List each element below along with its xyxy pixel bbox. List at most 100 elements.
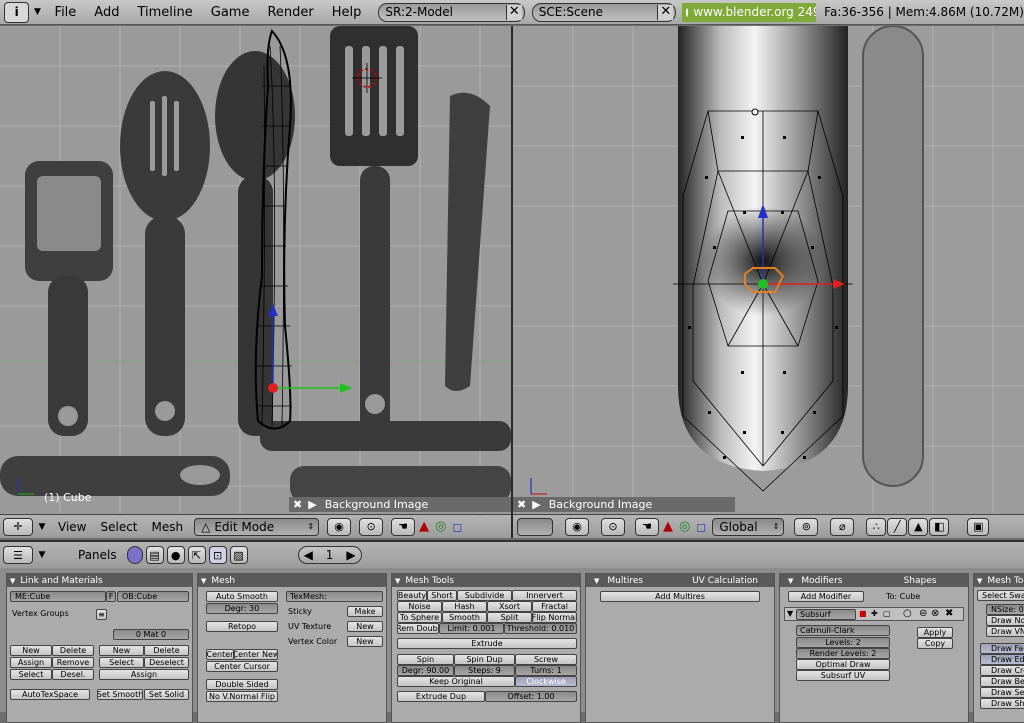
collapse-icon[interactable]: ▼ — [594, 577, 599, 585]
vgroup-assign-button[interactable]: Assign — [10, 657, 52, 668]
nsize-field[interactable]: NSize: 0 — [986, 604, 1024, 615]
collapse-icon[interactable]: ▼ — [10, 577, 15, 585]
play-icon[interactable]: ▶ — [532, 498, 540, 511]
screen-selector[interactable]: SR:2-Model ✕ — [378, 2, 525, 22]
render-icon[interactable]: ▣ — [967, 517, 990, 536]
fake-user-button[interactable]: F — [106, 591, 116, 602]
grab-icon[interactable]: ◻ — [452, 520, 462, 534]
noise-button[interactable]: Noise — [397, 601, 442, 612]
object-name-field[interactable]: OB:Cube — [117, 591, 189, 602]
edge-select-icon[interactable]: ╱ — [887, 517, 908, 536]
optimal-draw-button[interactable]: Optimal Draw — [796, 659, 890, 670]
draw-creases-button[interactable]: Draw Creases — [980, 665, 1024, 676]
autotexspace-button[interactable]: AutoTexSpace — [10, 689, 90, 700]
info-icon[interactable]: i — [4, 1, 30, 23]
close-scene-icon[interactable]: ✕ — [657, 4, 674, 20]
smooth-button[interactable]: Smooth — [442, 612, 487, 623]
close-screen-icon[interactable]: ✕ — [505, 4, 522, 20]
double-sided-button[interactable]: Double Sided — [206, 679, 278, 690]
subdivide-button[interactable]: Subdivide — [457, 590, 512, 601]
beauty-button[interactable]: Beauty — [397, 590, 427, 601]
flip-normal-button[interactable]: Flip Normal — [532, 612, 577, 623]
degr-field[interactable]: Degr: 30 — [206, 603, 278, 614]
collapse-icon[interactable]: ▼ — [787, 609, 793, 618]
center-cursor-button[interactable]: Center Cursor — [206, 661, 278, 672]
xsort-button[interactable]: Xsort — [487, 601, 532, 612]
set-solid-button[interactable]: Set Solid — [144, 689, 189, 700]
display-toggle-icon[interactable]: ▢ — [883, 609, 891, 618]
material-delete-button[interactable]: Delete — [144, 645, 189, 656]
rotate-icon[interactable]: ▲ — [663, 519, 673, 534]
mode-dropdown[interactable]: △ Edit Mode ⇕ — [194, 517, 320, 536]
innervert-button[interactable]: Innervert — [512, 590, 577, 601]
chevron-down-icon[interactable]: ▼ — [29, 7, 45, 17]
to-sphere-button[interactable]: To Sphere — [397, 612, 442, 623]
snap-icon[interactable]: ⌀ — [830, 517, 855, 536]
draw-normals-button[interactable]: Draw Normals — [986, 615, 1024, 626]
add-multires-button[interactable]: Add Multires — [600, 591, 760, 602]
offset-field[interactable]: Offset: 1.00 — [485, 691, 577, 702]
modifier-name-field[interactable]: Subsurf — [796, 609, 856, 620]
tab-modifiers[interactable]: ▼ Modifiers — [780, 574, 872, 587]
panel-title[interactable]: ▼ Mesh Tools — [392, 574, 580, 587]
material-deselect-button[interactable]: Deselect — [144, 657, 189, 668]
hash-button[interactable]: Hash — [442, 601, 487, 612]
chevron-down-icon[interactable]: ▼ — [33, 550, 51, 560]
spin-dup-button[interactable]: Spin Dup — [454, 654, 515, 665]
menu-view[interactable]: View — [51, 520, 93, 534]
menu-file[interactable]: File — [46, 5, 86, 20]
pivot-icon[interactable]: ⊙ — [601, 517, 625, 536]
steps-field[interactable]: Steps: 9 — [454, 665, 515, 676]
occlude-icon[interactable]: ◧ — [929, 517, 950, 536]
draw-type-icon[interactable]: ◉ — [327, 517, 352, 536]
draw-edges-button[interactable]: Draw Edges — [980, 654, 1024, 665]
subsurf-uv-button[interactable]: Subsurf UV — [796, 670, 890, 681]
shading-icon[interactable]: ● — [166, 546, 185, 564]
threshold-field[interactable]: Threshold: 0.010 — [504, 623, 577, 634]
material-select-button[interactable]: Select — [99, 657, 144, 668]
panels-menu[interactable]: Panels — [71, 548, 124, 562]
move-down-icon[interactable]: ⊗ — [931, 608, 939, 619]
collapse-icon[interactable]: ▼ — [395, 577, 400, 585]
bg-image-bar-right[interactable]: ✖ ▶ Background Image — [513, 497, 735, 512]
split-button[interactable]: Split — [487, 612, 532, 623]
render-levels-field[interactable]: Render Levels: 2 — [796, 648, 890, 659]
chevron-down-icon[interactable]: ▼ — [33, 522, 51, 532]
vertex-select-icon[interactable]: ∴ — [866, 517, 887, 536]
uv-texture-new-button[interactable]: New — [347, 621, 383, 632]
collapse-icon[interactable]: ▼ — [977, 577, 982, 585]
tab-multires[interactable]: ▼ Multires — [586, 574, 676, 587]
menu-game[interactable]: Game — [202, 5, 259, 20]
short-button[interactable]: Short — [427, 590, 457, 601]
frame-field[interactable]: ◀ 1 ▶ — [297, 546, 362, 564]
render-toggle-icon[interactable]: ✚ — [871, 609, 878, 618]
play-icon[interactable]: ▶ — [308, 498, 316, 511]
3d-viewport-right[interactable] — [513, 26, 1024, 514]
logic-icon[interactable] — [126, 546, 143, 564]
vgroup-remove-button[interactable]: Remove — [52, 657, 94, 668]
screw-button[interactable]: Screw — [515, 654, 577, 665]
collapse-icon[interactable]: ▼ — [201, 577, 206, 585]
material-index-field[interactable]: 0 Mat 0 — [113, 629, 189, 640]
rem-doubles-button[interactable]: Rem Doubl — [397, 623, 439, 634]
rotate-icon[interactable]: ▲ — [419, 519, 429, 534]
material-new-button[interactable]: New — [99, 645, 144, 656]
hand-icon[interactable]: ☚ — [635, 517, 659, 536]
grab-icon[interactable]: ◻ — [696, 520, 706, 534]
cage-toggle-icon[interactable]: ○ — [903, 608, 912, 619]
editing-icon[interactable]: ⊡ — [208, 546, 227, 564]
vgroup-new-button[interactable]: New — [10, 645, 52, 656]
vgroup-delete-button[interactable]: Delete — [52, 645, 94, 656]
copy-button[interactable]: Copy — [917, 638, 953, 649]
clockwise-button[interactable]: Clockwise — [515, 676, 577, 687]
panel-title[interactable]: ▼ Mesh Tools More — [974, 574, 1024, 587]
draw-type-icon[interactable]: ◉ — [565, 517, 589, 536]
menu-timeline[interactable]: Timeline — [128, 5, 201, 20]
menu-add[interactable]: Add — [85, 5, 128, 20]
collapse-icon[interactable]: ▼ — [788, 577, 793, 585]
close-icon[interactable]: ✖ — [517, 498, 526, 511]
proportional-icon[interactable]: ⊚ — [794, 517, 819, 536]
menu-render[interactable]: Render — [258, 5, 322, 20]
limit-field[interactable]: Limit: 0.001 — [439, 623, 504, 634]
draw-bevel-button[interactable]: Draw Bevel — [980, 676, 1024, 687]
